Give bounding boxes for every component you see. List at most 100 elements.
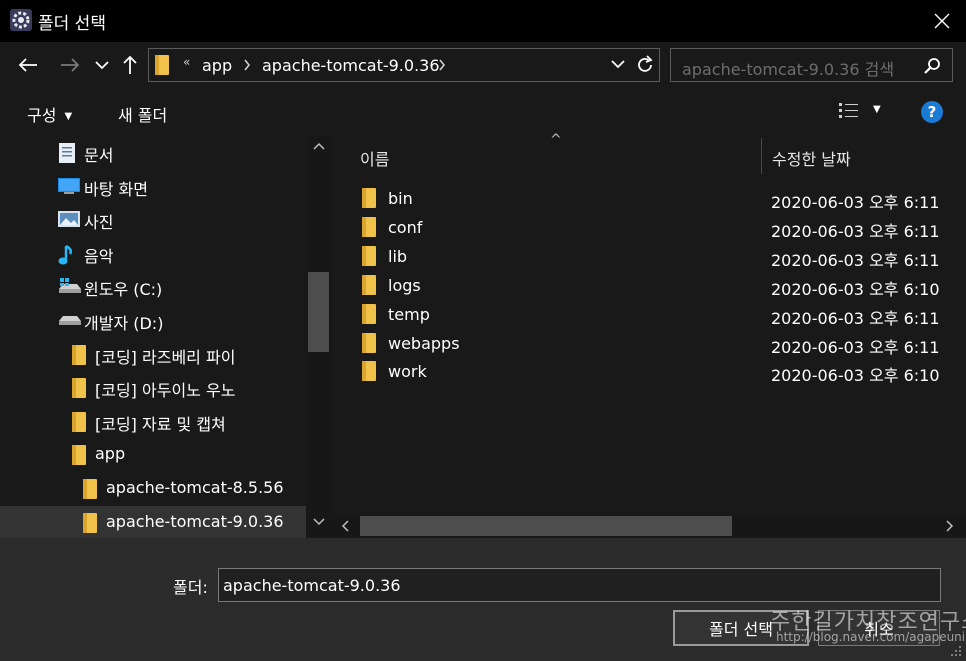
recent-locations-button[interactable]	[88, 50, 116, 80]
tree-item-label: apache-tomcat-9.0.36	[106, 511, 284, 531]
search-box[interactable]: apache-tomcat-9.0.36 검색	[670, 48, 953, 82]
tree-item[interactable]: 사진	[0, 203, 306, 236]
windows-drive-icon	[58, 277, 82, 299]
document-icon	[58, 143, 76, 167]
file-row[interactable]: webapps 2020-06-03 오후 6:11	[354, 329, 954, 358]
tree-item-label: 사진	[84, 213, 114, 233]
help-icon[interactable]: ?	[921, 101, 943, 123]
scroll-down-icon[interactable]	[313, 518, 325, 526]
column-date-header[interactable]: 수정한 날짜	[772, 146, 851, 170]
tree-item[interactable]: 바탕 화면	[0, 170, 306, 203]
address-overflow[interactable]: «	[183, 55, 190, 69]
desktop-icon	[58, 177, 80, 199]
file-row[interactable]: temp 2020-06-03 오후 6:11	[354, 300, 954, 329]
folder-icon	[83, 512, 97, 537]
chevron-right-icon[interactable]	[243, 58, 251, 72]
breadcrumb-app[interactable]: app	[202, 56, 232, 75]
command-toolbar: 구성 ▼ 새 폴더 ▼ ?	[0, 90, 966, 136]
file-date: 2020-06-03 오후 6:11	[771, 193, 940, 212]
folder-name-input[interactable]	[218, 568, 941, 602]
folder-icon	[72, 411, 86, 436]
file-name: temp	[388, 304, 430, 324]
tree-item-label: [코딩] 자료 및 캡쳐	[95, 414, 226, 434]
file-list-pane: ^ 이름 수정한 날짜 bin 2020-06-03 오후 6:11 conf 202…	[332, 132, 966, 538]
refresh-icon[interactable]	[635, 55, 655, 75]
resize-grip-icon[interactable]	[950, 645, 962, 657]
horizontal-scrollbar[interactable]	[332, 514, 966, 538]
tree-item[interactable]: app	[0, 438, 306, 471]
arrow-up-icon	[123, 55, 137, 74]
search-icon[interactable]	[923, 57, 941, 75]
watermark-url: http://blog.naver.com/agapeuni	[776, 630, 966, 644]
arrow-left-icon	[18, 58, 37, 72]
file-row[interactable]: logs 2020-06-03 오후 6:10	[354, 271, 954, 300]
caret-down-icon: ▼	[64, 111, 73, 122]
search-input[interactable]: apache-tomcat-9.0.36 검색	[682, 56, 894, 80]
close-icon	[934, 13, 950, 29]
folder-icon	[362, 188, 376, 212]
tree-item-label: 윈도우 (C:)	[84, 280, 163, 300]
folder-icon	[72, 445, 86, 469]
tree-item-label: 문서	[84, 146, 114, 165]
drive-icon	[58, 311, 82, 333]
tree-item-label: apache-tomcat-8.5.56	[106, 478, 284, 497]
title-bar: 폴더 선택	[0, 0, 966, 42]
file-name: conf	[388, 217, 423, 237]
tree-item[interactable]: [코딩] 라즈베리 파이	[0, 338, 306, 371]
file-row[interactable]: conf 2020-06-03 오후 6:11	[354, 213, 954, 242]
scroll-right-icon[interactable]	[946, 520, 954, 532]
view-options-icon[interactable]	[838, 101, 860, 121]
column-name-header[interactable]: 이름	[360, 146, 389, 170]
view-caret-icon[interactable]: ▼	[873, 104, 881, 115]
music-icon	[58, 244, 76, 270]
folder-icon	[155, 55, 169, 75]
tree-item-label: 음악	[84, 246, 114, 266]
tree-scrollbar[interactable]	[306, 136, 332, 538]
scroll-up-icon[interactable]	[313, 142, 325, 150]
tree-item[interactable]: 음악	[0, 237, 306, 270]
tree-item[interactable]: 윈도우 (C:)	[0, 270, 306, 303]
folder-icon	[362, 274, 376, 299]
tree-item[interactable]: 개발자 (D:)	[0, 304, 306, 337]
tree-item[interactable]: apache-tomcat-8.5.56	[0, 472, 306, 505]
horizontal-scroll-thumb[interactable]	[360, 516, 732, 536]
chevron-down-icon	[95, 61, 109, 70]
folder-icon	[362, 303, 376, 328]
new-folder-button[interactable]: 새 폴더	[118, 102, 167, 126]
file-date: 2020-06-03 오후 6:11	[771, 250, 940, 270]
chevron-right-icon[interactable]	[438, 58, 446, 72]
tree-item[interactable]: [코딩] 자료 및 캡쳐	[0, 405, 306, 438]
address-dropdown-icon[interactable]	[611, 57, 625, 71]
file-date: 2020-06-03 오후 6:10	[771, 279, 940, 299]
file-date: 2020-06-03 오후 6:11	[771, 337, 940, 357]
tree-item-label: [코딩] 라즈베리 파이	[95, 347, 236, 367]
tree-item[interactable]: 문서	[0, 136, 306, 169]
file-name: logs	[388, 275, 421, 295]
file-row[interactable]: work 2020-06-03 오후 6:10	[354, 357, 954, 386]
address-bar[interactable]: « app apache-tomcat-9.0.36	[148, 48, 660, 82]
tree-item-label: app	[95, 444, 126, 464]
pictures-icon	[58, 210, 80, 232]
file-date: 2020-06-03 오후 6:11	[771, 308, 940, 328]
close-button[interactable]	[924, 4, 960, 38]
folder-icon	[362, 245, 376, 270]
file-row[interactable]: bin 2020-06-03 오후 6:11	[354, 184, 954, 213]
scroll-left-icon[interactable]	[341, 520, 349, 532]
file-row[interactable]: lib 2020-06-03 오후 6:11	[354, 242, 954, 271]
scroll-thumb[interactable]	[308, 272, 329, 352]
tree-item[interactable]: [코딩] 아두이노 우노	[0, 371, 306, 404]
tree-item-label: [코딩] 아두이노 우노	[95, 381, 236, 401]
organize-button[interactable]: 구성 ▼	[27, 102, 72, 126]
tree-item-label: 개발자 (D:)	[84, 314, 164, 333]
gear-app-icon	[10, 9, 32, 31]
folder-icon	[362, 216, 376, 241]
file-date: 2020-06-03 오후 6:10	[771, 366, 940, 386]
folder-icon	[72, 378, 86, 402]
back-button[interactable]	[14, 50, 42, 80]
breadcrumb-apache-tomcat[interactable]: apache-tomcat-9.0.36	[262, 56, 440, 75]
up-button[interactable]	[116, 50, 144, 80]
tree-item[interactable]: apache-tomcat-9.0.36	[0, 505, 306, 539]
navigation-pane: 문서바탕 화면사진음악윈도우 (C:) 개발자 (D:) [코딩] 라즈베리 파이 […	[0, 136, 332, 539]
column-divider[interactable]	[761, 138, 762, 174]
forward-button[interactable]	[56, 50, 84, 80]
